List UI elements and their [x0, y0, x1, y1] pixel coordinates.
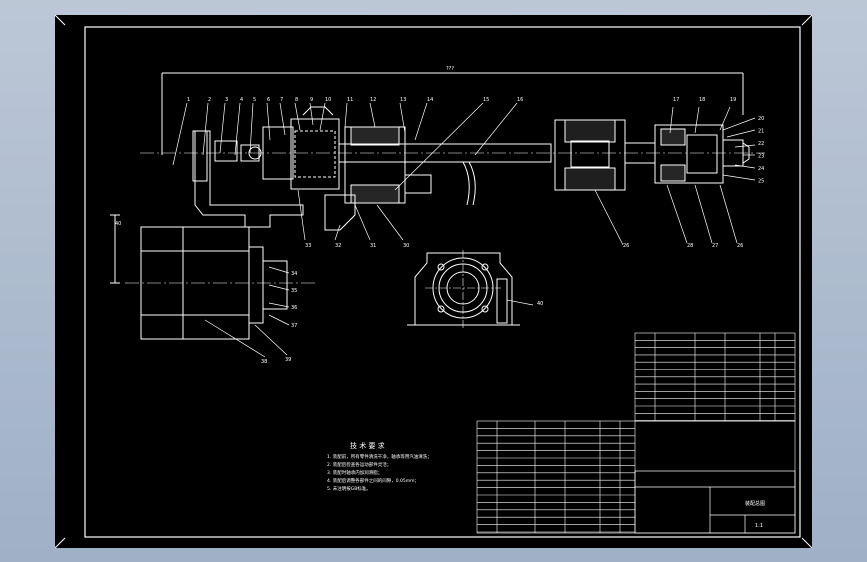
lower-leaders: [204, 266, 290, 358]
part-number-label: 3: [225, 97, 228, 103]
part-number-label: 11: [347, 97, 353, 103]
section-view: [407, 250, 534, 330]
part-number-label: 14: [427, 97, 433, 103]
parts-list-upper: [634, 332, 796, 422]
part-number-label: 32: [335, 243, 341, 249]
part-number-label: 4: [240, 97, 243, 103]
cad-viewport[interactable]: ??? 1 2 3 4 5 6 7 8 9 10 11 12 13 14 15 16 17 18 19 20 21 22…: [0, 0, 867, 562]
note-line: 2. 装配后检查各运动部件灵活；: [327, 461, 391, 468]
part-number-label: 22: [758, 141, 764, 147]
right-leaders: [722, 117, 756, 181]
drawing-scale: 1:1: [755, 523, 763, 529]
part-number-label: 13: [400, 97, 406, 103]
part-number-label: 25: [758, 179, 764, 185]
part-number-label: 34: [291, 271, 297, 277]
part-number-label: 24: [758, 166, 764, 172]
part-number-label: 30: [403, 243, 409, 249]
part-number-label: 15: [483, 97, 489, 103]
part-number-label: 40: [115, 221, 121, 227]
note-line: 5. 未注明按GB标准。: [327, 485, 371, 492]
drawing-sheet: ??? 1 2 3 4 5 6 7 8 9 10 11 12 13 14 15 16 17 18 19 20 21 22…: [54, 14, 813, 549]
trim-mark-tr: [801, 14, 813, 26]
section-view-label: 40: [537, 301, 543, 307]
part-number-label: 33: [305, 243, 311, 249]
part-number-label: 5: [253, 97, 256, 103]
part-number-label: 7: [280, 97, 283, 103]
note-line: 4. 装配后调整各部件之间的间隙，0.05mm；: [327, 477, 419, 484]
part-number-label: 8: [295, 97, 298, 103]
parts-list-lower: [476, 420, 796, 534]
inner-frame: [84, 26, 801, 538]
note-line: 3. 装配时轴承内加润滑脂；: [327, 469, 382, 476]
part-number-label: 26: [737, 243, 743, 249]
part-number-label: 31: [370, 243, 376, 249]
title-block: [634, 470, 796, 534]
part-number-label: 39: [285, 357, 291, 363]
part-number-label: 18: [699, 97, 705, 103]
part-number-label: 9: [310, 97, 313, 103]
part-number-label: 6: [267, 97, 270, 103]
part-number-label: 12: [370, 97, 376, 103]
part-number-label: 16: [517, 97, 523, 103]
part-number-label: 2: [208, 97, 211, 103]
part-number-label: 17: [673, 97, 679, 103]
trim-mark-br: [801, 537, 813, 549]
part-number-label: 37: [291, 323, 297, 329]
part-number-label: 1: [187, 97, 190, 103]
overall-dimension-label: ???: [446, 66, 454, 72]
top-leaders: [172, 102, 731, 191]
notes-title: 技 术 要 求: [350, 441, 385, 450]
part-number-label: 38: [261, 359, 267, 365]
part-number-label: 20: [758, 116, 764, 122]
part-number-label: 23: [758, 154, 764, 160]
trim-mark-bl: [54, 537, 66, 549]
part-number-label: 21: [758, 129, 764, 135]
drawing-name: 装配总图: [745, 500, 765, 507]
assembly-drawing: ??? 1 2 3 4 5 6 7 8 9 10 11 12 13 14 15 16 17 18 19 202122…: [54, 14, 813, 549]
part-number-label: 10: [325, 97, 331, 103]
part-number-label: 36: [291, 305, 297, 311]
part-number-label: 26: [623, 243, 629, 249]
note-line: 1. 装配前，所有零件清洗干净，轴承等用汽油清洗；: [327, 453, 432, 460]
part-number-label: 19: [730, 97, 736, 103]
part-number-label: 27: [712, 243, 718, 249]
trim-mark-tl: [54, 14, 66, 26]
part-number-label: 35: [291, 288, 297, 294]
part-number-label: 28: [687, 243, 693, 249]
